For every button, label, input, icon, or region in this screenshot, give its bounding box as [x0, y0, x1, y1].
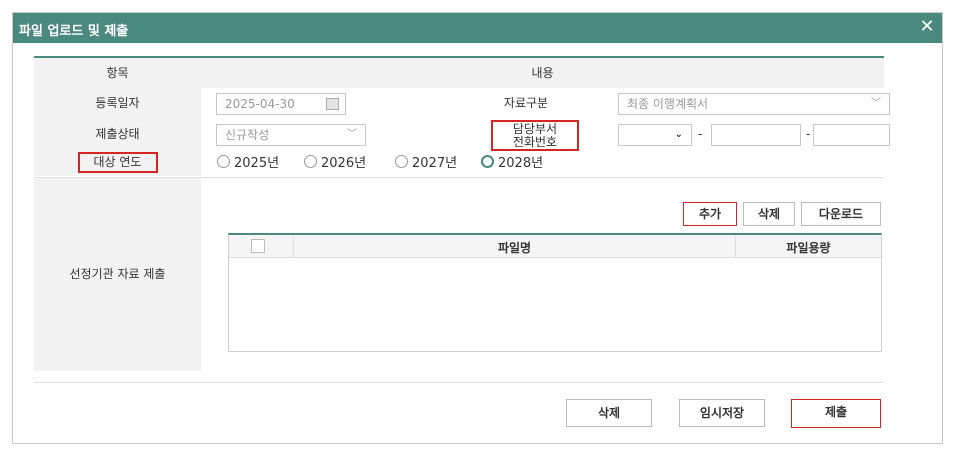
phone-last-input[interactable] — [813, 124, 890, 146]
radio-icon — [217, 155, 230, 168]
target-year-label: 대상 연도 — [77, 152, 158, 173]
year-option-2025[interactable]: 2025년 — [217, 152, 279, 171]
filesize-column-header: 파일용량 — [786, 241, 831, 255]
temp-save-button[interactable]: 임시저장 — [679, 399, 765, 427]
reg-date-input: 2025-04-30 — [216, 93, 346, 115]
dialog-titlebar: 파일 업로드 및 제출 ✕ — [13, 13, 942, 43]
year-option-2028[interactable]: 2028년 — [481, 152, 543, 171]
add-file-button[interactable]: 추가 — [683, 202, 737, 226]
dept-phone-label: 담당부서 전화번호 — [491, 120, 579, 151]
reg-date-value: 2025-04-30 — [225, 97, 295, 111]
radio-selected-icon — [481, 155, 494, 168]
chevron-down-icon: ﹀ — [871, 98, 881, 109]
close-icon[interactable]: ✕ — [916, 16, 938, 38]
data-type-label: 자료구분 — [503, 96, 549, 110]
header-content-label: 내용 — [201, 58, 884, 88]
phone-dash-1: - — [698, 127, 703, 141]
footer-divider — [34, 382, 884, 383]
dept-phone-label-line2: 전화번호 — [512, 135, 558, 149]
year-label-cell: 대상 연도 — [34, 151, 201, 176]
filename-column-header: 파일명 — [497, 241, 532, 255]
form-row-date: 등록일자 2025-04-30 자료구분 최종 이행계획서 ﹀ — [34, 88, 890, 118]
year-option-label: 2026년 — [321, 156, 367, 171]
form-row-status: 제출상태 신규작성 ﹀ 담당부서 전화번호 ⌄ - - — [34, 118, 890, 151]
download-button[interactable]: 다운로드 — [801, 202, 881, 226]
year-option-label: 2028년 — [498, 156, 544, 171]
radio-icon — [304, 155, 317, 168]
year-option-label: 2025년 — [234, 156, 280, 171]
data-type-select[interactable]: 최종 이행계획서 ﹀ — [618, 93, 890, 115]
delete-file-button[interactable]: 삭제 — [743, 202, 795, 226]
calendar-icon[interactable] — [326, 98, 339, 110]
phone-middle-input[interactable] — [711, 124, 801, 146]
year-option-2027[interactable]: 2027년 — [395, 152, 457, 171]
file-grid-header: 파일명 파일용량 — [229, 235, 881, 258]
file-grid: 파일명 파일용량 — [228, 233, 882, 352]
status-select[interactable]: 신규작성 ﹀ — [216, 124, 366, 146]
dialog-title: 파일 업로드 및 제출 — [19, 24, 129, 39]
chevron-down-icon: ﹀ — [347, 129, 357, 140]
data-type-value: 최종 이행계획서 — [627, 97, 709, 111]
reg-date-label: 등록일자 — [34, 88, 201, 118]
status-label: 제출상태 — [34, 118, 201, 151]
form-row-year: 대상 연도 2025년 2026년 2027년 2028년 — [34, 151, 884, 176]
chevron-down-icon: ⌄ — [674, 129, 683, 140]
phone-area-select[interactable]: ⌄ — [618, 124, 692, 146]
year-option-2026[interactable]: 2026년 — [304, 152, 366, 171]
submission-label: 선정기관 자료 제출 — [34, 178, 201, 371]
year-option-label: 2027년 — [412, 156, 458, 171]
form-header-row: 항목 내용 — [34, 58, 884, 88]
submission-form: 항목 내용 등록일자 2025-04-30 자료구분 최종 이행계획서 ﹀ 제출… — [34, 56, 890, 371]
header-item-label: 항목 — [34, 58, 201, 88]
phone-dash-2: - — [806, 127, 811, 141]
submit-button[interactable]: 제출 — [791, 399, 881, 428]
footer-delete-button[interactable]: 삭제 — [566, 399, 652, 427]
status-value: 신규작성 — [225, 128, 270, 142]
radio-icon — [395, 155, 408, 168]
select-all-checkbox[interactable] — [251, 239, 265, 253]
